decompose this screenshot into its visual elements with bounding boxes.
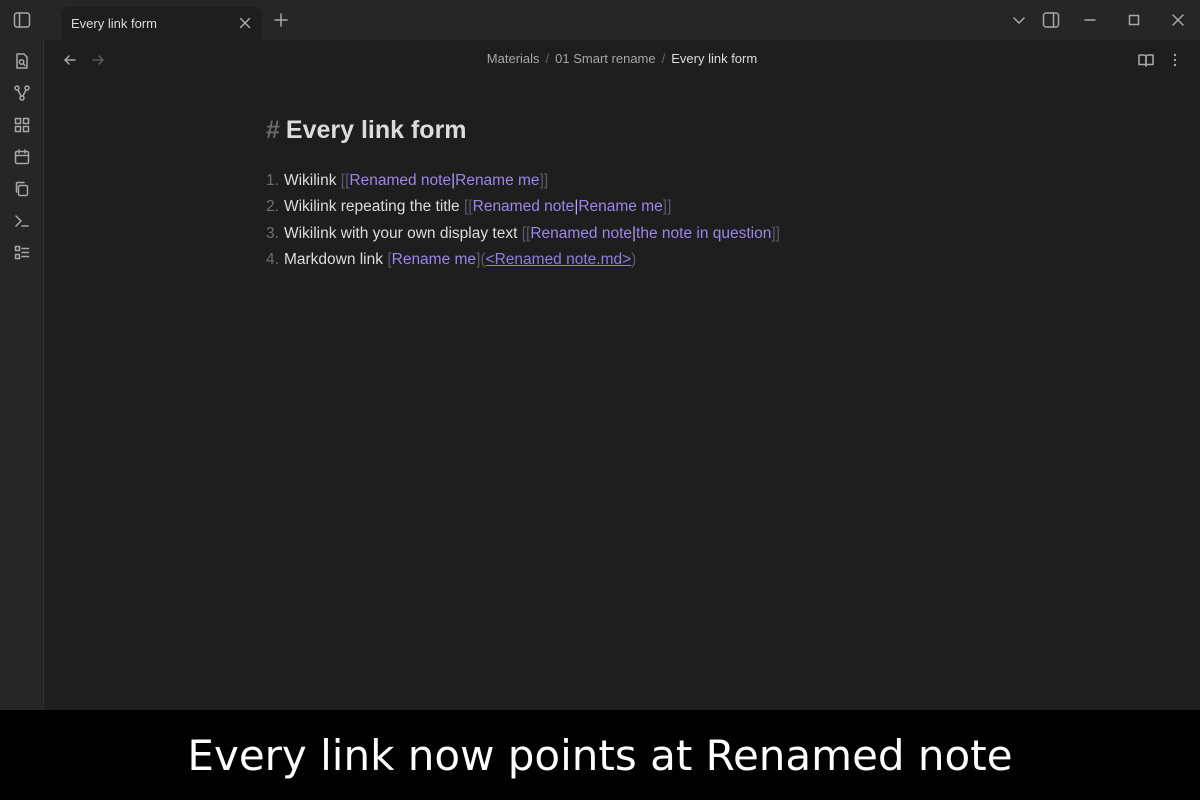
- list-number: 1.: [266, 172, 279, 189]
- minimize-icon[interactable]: [1078, 8, 1102, 32]
- wikilink-target[interactable]: Renamed note: [530, 225, 632, 242]
- title-bar: Every link form: [0, 0, 1200, 40]
- caption-banner: Every link now points at Renamed note: [0, 710, 1200, 800]
- link-open-brackets: [[: [464, 198, 473, 216]
- tab-title: Every link form: [71, 16, 157, 31]
- md-link-close-paren: ): [631, 250, 637, 268]
- breadcrumb-current[interactable]: Every link form: [671, 51, 757, 66]
- file-search-icon[interactable]: [10, 49, 34, 73]
- view-header: Materials / 01 Smart rename / Every link for…: [44, 40, 1200, 78]
- terminal-icon[interactable]: [10, 209, 34, 233]
- link-list: 1. Wikilink [[Renamed note|Rename me]] 2.…: [266, 168, 966, 273]
- wikilink-display[interactable]: the note in question: [636, 225, 771, 242]
- list-text: Wikilink: [283, 172, 337, 189]
- copy-icon[interactable]: [10, 177, 34, 201]
- breadcrumb-materials[interactable]: Materials: [487, 51, 540, 66]
- list-number: 2.: [266, 198, 279, 216]
- left-ribbon: [0, 40, 44, 710]
- reading-view-icon[interactable]: [1134, 48, 1158, 72]
- list-item: 4. Markdown link [Rename me](<Renamed not…: [266, 247, 966, 273]
- list-number: 3.: [266, 224, 279, 242]
- close-icon[interactable]: [234, 12, 256, 34]
- caption-text: Every link now points at Renamed note: [187, 731, 1013, 780]
- window-close-icon[interactable]: [1166, 8, 1190, 32]
- link-close-brackets: ]]: [539, 172, 549, 189]
- breadcrumb-smart-rename[interactable]: 01 Smart rename: [555, 51, 655, 66]
- graph-icon[interactable]: [10, 81, 34, 105]
- sidebar-toggle-icon[interactable]: [10, 8, 34, 32]
- heading-marker: #: [266, 116, 280, 144]
- more-options-icon[interactable]: [1163, 48, 1187, 72]
- list-number: 4.: [266, 250, 279, 268]
- list-text: Wikilink with your own display text: [283, 224, 518, 242]
- link-close-brackets: ]]: [771, 224, 780, 242]
- md-link-label[interactable]: Rename me: [392, 251, 476, 268]
- list-text: Wikilink repeating the title: [283, 198, 460, 216]
- calendar-icon[interactable]: [10, 145, 34, 169]
- note-editor[interactable]: # Every link form 1. Wikilink [[Renamed no…: [266, 110, 966, 273]
- wikilink-target[interactable]: Renamed note: [473, 198, 575, 215]
- wikilink-display[interactable]: Rename me: [578, 198, 662, 215]
- heading-text: Every link form: [285, 116, 467, 144]
- right-sidebar-icon[interactable]: [1039, 8, 1063, 32]
- chevron-down-icon[interactable]: [1007, 8, 1031, 32]
- wikilink-display[interactable]: Rename me: [455, 172, 539, 189]
- note-heading: # Every link form: [266, 110, 966, 152]
- list-checks-icon[interactable]: [10, 241, 34, 265]
- blocks-icon[interactable]: [10, 113, 34, 137]
- list-text: Markdown link: [283, 250, 383, 268]
- list-item: 3. Wikilink with your own display text [[…: [266, 221, 966, 247]
- breadcrumb-separator: /: [661, 51, 666, 66]
- list-item: 1. Wikilink [[Renamed note|Rename me]]: [266, 168, 966, 194]
- md-link-url[interactable]: <Renamed note.md>: [486, 251, 632, 268]
- link-close-brackets: ]]: [662, 198, 672, 216]
- maximize-icon[interactable]: [1122, 8, 1146, 32]
- list-item: 2. Wikilink repeating the title [[Renamed…: [266, 194, 966, 220]
- wikilink-target[interactable]: Renamed note: [349, 172, 451, 189]
- breadcrumb-separator: /: [545, 51, 550, 66]
- plus-icon[interactable]: [270, 9, 292, 31]
- breadcrumb: Materials / 01 Smart rename / Every link for…: [44, 51, 1200, 66]
- tab-every-link-form[interactable]: Every link form: [62, 7, 262, 40]
